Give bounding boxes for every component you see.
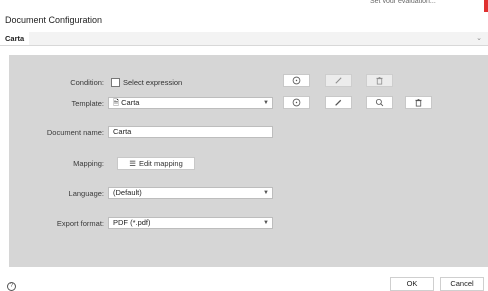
template-value: Carta <box>121 98 140 107</box>
template-edit-button[interactable] <box>325 96 352 109</box>
condition-checkbox-label: Select expression <box>123 78 183 87</box>
template-select[interactable]: 🗎 Carta ▼ <box>108 97 273 109</box>
tab-bar: Carta ⌄ <box>0 32 488 46</box>
add-icon <box>292 98 301 107</box>
title-bar: Document Configuration Set your evaluati… <box>0 0 488 30</box>
template-search-button[interactable] <box>366 96 393 109</box>
language-label: Language: <box>68 189 104 198</box>
document-name-field[interactable]: Carta <box>108 126 273 138</box>
export-format-value: PDF (*.pdf) <box>113 218 151 227</box>
mapping-label: Mapping: <box>73 159 104 168</box>
edit-mapping-label: Edit mapping <box>138 159 183 168</box>
window-title: Document Configuration <box>5 15 103 25</box>
ok-button[interactable]: OK <box>390 277 434 291</box>
checkbox-icon[interactable] <box>111 78 120 87</box>
edit-mapping-button[interactable]: ☰ Edit mapping <box>117 157 195 170</box>
language-value: (Default) <box>113 188 142 197</box>
edit-icon <box>335 77 342 84</box>
document-icon: 🗎 <box>113 98 122 107</box>
help-icon[interactable]: ? <box>7 282 16 291</box>
document-name-label: Document name: <box>46 128 104 137</box>
delete-icon <box>415 98 422 107</box>
export-format-select[interactable]: PDF (*.pdf) ▼ <box>108 217 273 229</box>
export-format-label: Export format: <box>56 219 104 228</box>
tab-carta[interactable]: Carta <box>0 32 30 45</box>
edit-icon <box>335 99 342 106</box>
cancel-button[interactable]: Cancel <box>440 277 484 291</box>
top-hint-text: Set your evaluation... <box>370 0 460 3</box>
language-select[interactable]: (Default) ▼ <box>108 187 273 199</box>
condition-delete-button[interactable] <box>366 74 393 87</box>
list-icon: ☰ <box>129 159 136 168</box>
condition-edit-button[interactable] <box>325 74 352 87</box>
condition-label: Condition: <box>70 78 104 87</box>
condition-add-button[interactable] <box>283 74 310 87</box>
close-icon[interactable] <box>484 0 488 12</box>
delete-icon <box>376 76 383 85</box>
template-add-button[interactable] <box>283 96 310 109</box>
template-label: Template: <box>71 99 104 108</box>
add-icon <box>292 76 301 85</box>
chevron-down-icon[interactable]: ⌄ <box>476 32 482 45</box>
dropdown-arrow-icon: ▼ <box>263 220 269 226</box>
search-icon <box>375 98 384 107</box>
dropdown-arrow-icon: ▼ <box>263 100 269 106</box>
template-delete-button[interactable] <box>405 96 432 109</box>
condition-checkbox[interactable]: Select expression <box>111 78 182 87</box>
dropdown-arrow-icon: ▼ <box>263 190 269 196</box>
